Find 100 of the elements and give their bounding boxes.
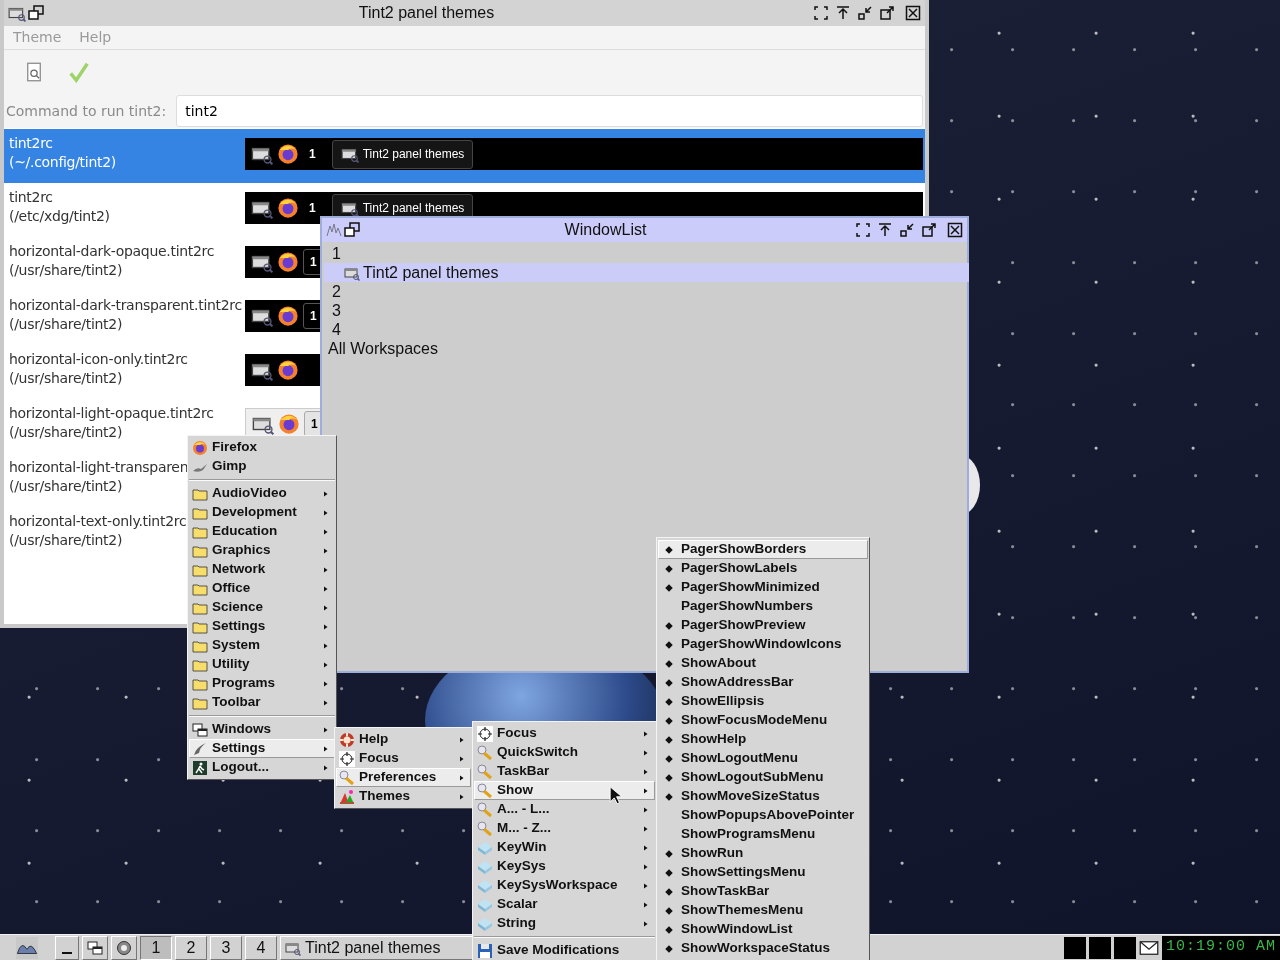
workspace-button[interactable]: 3 — [210, 935, 242, 960]
menu-item[interactable]: Development — [189, 503, 335, 522]
menu-item[interactable]: KeyWin — [474, 838, 655, 857]
menu-item[interactable]: Gimp — [189, 457, 335, 476]
menu-item[interactable]: AudioVideo — [189, 484, 335, 503]
menu-item[interactable]: Firefox — [189, 438, 335, 457]
menu-item[interactable]: ShowRun — [658, 844, 868, 863]
menu-item[interactable]: PagerShowLabels — [658, 559, 868, 578]
menu-item[interactable]: Toolbar — [189, 693, 335, 712]
globe-icon — [277, 197, 299, 219]
menu-item[interactable]: PagerShowBorders — [658, 540, 868, 559]
fullscreen-button[interactable] — [813, 5, 829, 21]
theme-path: (~/.config/tint2) — [9, 153, 116, 172]
menu-item[interactable]: ShowFocusModeMenu — [658, 711, 868, 730]
globe-icon — [277, 359, 299, 381]
menu-item[interactable]: Show — [474, 781, 655, 800]
menu-item[interactable]: Network — [189, 560, 335, 579]
menu-item[interactable]: ShowLogoutSubMenu — [658, 768, 868, 787]
theme-path: (/usr/share/tint2) — [9, 531, 123, 550]
menu-item[interactable]: TaskBar — [474, 762, 655, 781]
launcher-button[interactable] — [111, 935, 137, 960]
checkmark-icon[interactable] — [68, 61, 90, 83]
workspace-item[interactable]: 1 — [328, 244, 967, 263]
menu-item[interactable]: ShowLogoutMenu — [658, 749, 868, 768]
workspace-item[interactable]: 4 — [328, 320, 967, 339]
cube-icon — [477, 877, 493, 894]
menu-item[interactable]: PagerShowNumbers — [658, 597, 868, 616]
window-list-button[interactable] — [82, 935, 108, 960]
rollup-button[interactable] — [877, 222, 893, 238]
menu-item[interactable]: Settings — [189, 739, 335, 758]
workspace-button[interactable]: 2 — [175, 935, 207, 960]
menu-item[interactable]: ShowAddressBar — [658, 673, 868, 692]
show-desktop-button[interactable] — [55, 935, 79, 960]
menu-item[interactable]: ShowSettingsMenu — [658, 863, 868, 882]
page-icon[interactable] — [24, 62, 44, 82]
menu-item[interactable]: ShowProgramsMenu — [658, 825, 868, 844]
minimize-icon — [62, 951, 72, 954]
close-button[interactable] — [905, 5, 921, 21]
field-label: Command to run tint2: — [6, 101, 167, 121]
maximize-button[interactable] — [879, 5, 895, 21]
menu-item[interactable]: ShowTaskBar — [658, 882, 868, 901]
menu-item[interactable]: Help — [336, 730, 471, 749]
menu-item[interactable]: ShowWindowList — [658, 920, 868, 939]
menu-item[interactable]: A... - L... — [474, 800, 655, 819]
close-button[interactable] — [947, 222, 963, 238]
mouse-pointer-icon — [609, 785, 623, 805]
workspace-button[interactable]: 4 — [245, 935, 277, 960]
menu-item[interactable]: Focus — [336, 749, 471, 768]
menu-item[interactable]: Windows — [189, 720, 335, 739]
workspace-item[interactable]: All Workspaces — [328, 339, 967, 358]
cube-icon — [477, 858, 493, 875]
menu-item[interactable]: ShowHelp — [658, 730, 868, 749]
menu-item[interactable]: ShowThemesMenu — [658, 901, 868, 920]
window-menu-button[interactable] — [344, 222, 360, 238]
theme-name: horizontal-dark-opaque.tint2rc — [9, 242, 215, 261]
menu-item[interactable]: Settings — [189, 617, 335, 636]
fullscreen-button[interactable] — [855, 222, 871, 238]
menu-item[interactable]: Preferences — [336, 768, 471, 787]
desktop-number: 1 — [308, 146, 317, 163]
window-item[interactable]: Tint2 panel themes — [324, 263, 969, 282]
globe-icon — [277, 143, 299, 165]
menu-item[interactable]: Themes — [336, 787, 471, 806]
menu-item[interactable]: String — [474, 914, 655, 933]
window-menu-button[interactable] — [28, 5, 44, 21]
menu-item[interactable]: KeySys — [474, 857, 655, 876]
menu-item[interactable]: Science — [189, 598, 335, 617]
menu-item[interactable]: System — [189, 636, 335, 655]
monitor-graph — [1063, 936, 1086, 959]
menu-item[interactable]: PagerShowMinimized — [658, 578, 868, 597]
maximize-button[interactable] — [921, 222, 937, 238]
menu-item[interactable]: PagerShowPreview — [658, 616, 868, 635]
rollup-button[interactable] — [835, 5, 851, 21]
workspace-button[interactable]: 1 — [140, 935, 172, 960]
menu-item[interactable]: ShowMoveSizeStatus — [658, 787, 868, 806]
menu-item[interactable]: Programs — [189, 674, 335, 693]
minimize-button[interactable] — [899, 222, 915, 238]
menu-item[interactable]: ShowAbout — [658, 654, 868, 673]
minimize-button[interactable] — [857, 5, 873, 21]
menu-item[interactable]: ShowEllipsis — [658, 692, 868, 711]
menu-item[interactable]: Education — [189, 522, 335, 541]
menu-item[interactable]: QuickSwitch — [474, 743, 655, 762]
theme-name: horizontal-light-transparen — [9, 458, 189, 477]
menu-item[interactable]: M... - Z... — [474, 819, 655, 838]
menu-item[interactable]: ShowWorkspaceStatus — [658, 939, 868, 958]
menu-item[interactable]: Graphics — [189, 541, 335, 560]
menu-item[interactable]: Utility — [189, 655, 335, 674]
command-field[interactable]: tint2 — [176, 95, 923, 127]
cube-icon — [477, 896, 493, 913]
menu-item[interactable]: ShowPopupsAbovePointer — [658, 806, 868, 825]
menu-item[interactable]: Focus — [474, 724, 655, 743]
menu-item[interactable]: Office — [189, 579, 335, 598]
workspace-item[interactable]: 3 — [328, 301, 967, 320]
windows-icon — [192, 721, 208, 738]
menu-item[interactable]: Scalar — [474, 895, 655, 914]
globe-icon — [278, 413, 300, 435]
workspace-item[interactable]: 2 — [328, 282, 967, 301]
menu-item[interactable]: PagerShowWindowIcons — [658, 635, 868, 654]
menu-item[interactable]: KeySysWorkspace — [474, 876, 655, 895]
menu-item[interactable]: Logout... — [189, 758, 335, 777]
theme-row[interactable]: tint2rc (~/.config/tint2) 1 Tint2 panel themes — [4, 129, 925, 183]
